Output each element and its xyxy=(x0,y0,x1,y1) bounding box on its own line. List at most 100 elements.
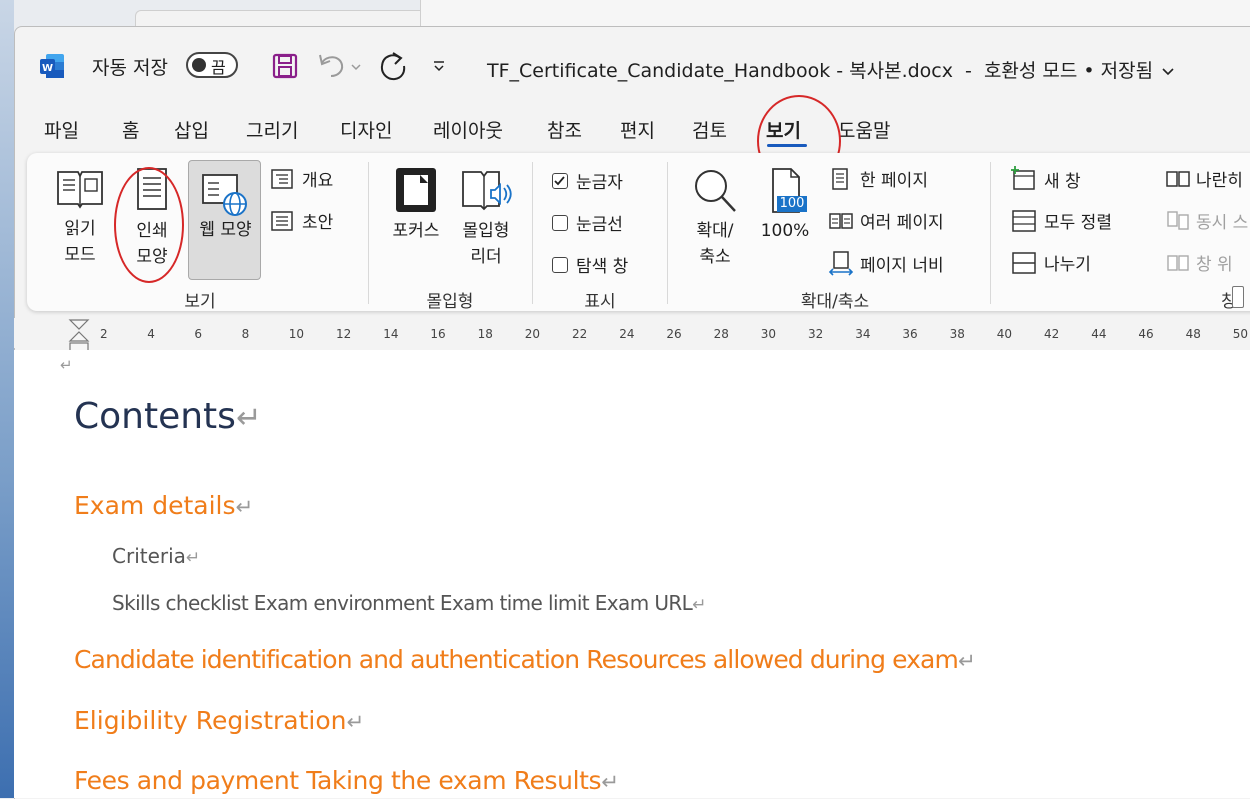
autosave-label: 자동 저장 xyxy=(92,57,168,79)
ruler-tick-label: 44 xyxy=(1091,327,1107,341)
nav-pane-checkbox[interactable]: 탐색 창 xyxy=(552,252,628,277)
tab-design[interactable]: 디자인 xyxy=(340,116,392,143)
toc-entry-text: Criteria xyxy=(112,544,186,568)
ruler-check-box xyxy=(552,172,568,189)
toc-entry[interactable]: Candidate identification and authenticat… xyxy=(74,645,976,674)
document-title[interactable]: TF_Certificate_Candidate_Handbook - 복사본.… xyxy=(487,56,1175,83)
toggle-knob xyxy=(192,58,206,72)
redo-icon[interactable] xyxy=(378,50,408,86)
tab-references[interactable]: 참조 xyxy=(547,116,582,143)
gridlines-checkbox[interactable]: 눈금선 xyxy=(552,210,623,235)
side-by-side-button[interactable]: 나란히 xyxy=(1164,166,1243,191)
save-icon[interactable] xyxy=(271,52,299,84)
gridlines-check-box xyxy=(552,214,568,231)
group-separator xyxy=(532,162,533,304)
toc-entry-text: Exam details xyxy=(74,491,236,520)
arrange-all-label: 모두 정렬 xyxy=(1044,213,1112,233)
ruler-tick-label: 34 xyxy=(855,327,871,341)
ruler-tick-label: 48 xyxy=(1185,327,1201,341)
contents-title[interactable]: Contents↵ xyxy=(74,396,262,437)
web-layout-label: 웹 모양 xyxy=(199,220,252,240)
chevron-down-icon xyxy=(1162,68,1174,76)
page-width-button[interactable]: 페이지 너비 xyxy=(828,250,944,276)
toc-entry[interactable]: Eligibility Registration↵ xyxy=(74,706,364,735)
ruler-tick-label: 2 xyxy=(100,327,108,341)
magnifier-icon xyxy=(695,170,736,212)
ruler-tick-label: 32 xyxy=(808,327,824,341)
one-page-button[interactable]: 한 페이지 xyxy=(828,166,928,191)
paragraph-mark: ↵ xyxy=(692,595,706,615)
arrange-all-icon xyxy=(1012,209,1036,232)
gridlines-label: 눈금선 xyxy=(576,215,623,235)
paragraph-mark: ↵ xyxy=(185,548,201,568)
sync-scroll-button[interactable]: 동시 스 xyxy=(1164,208,1248,233)
tab-help[interactable]: 도움말 xyxy=(838,116,890,143)
toc-entry[interactable]: Exam details↵ xyxy=(74,491,253,520)
contents-title-text: Contents xyxy=(74,396,236,437)
ruler-tick-label: 46 xyxy=(1138,327,1154,341)
draft-label: 초안 xyxy=(302,213,334,233)
outline-button[interactable]: 개요 xyxy=(270,166,333,191)
zoom-100-label: 100% xyxy=(760,221,810,241)
undo-icon[interactable] xyxy=(316,51,348,85)
ruler-tick-label: 28 xyxy=(713,327,729,341)
split-icon xyxy=(1012,251,1036,274)
focus-label: 포커스 xyxy=(392,221,440,241)
mode-status: 호환성 모드 • 저장됨 xyxy=(983,60,1154,82)
tab-layout[interactable]: 레이아웃 xyxy=(433,116,503,143)
new-window-button[interactable]: 새 창 xyxy=(1010,166,1081,192)
ruler-checkbox[interactable]: 눈금자 xyxy=(552,168,623,193)
multiple-pages-label: 여러 페이지 xyxy=(860,213,944,233)
new-window-icon xyxy=(1011,166,1035,190)
tab-draw[interactable]: 그리기 xyxy=(246,116,298,143)
ribbon-scroll-button[interactable] xyxy=(1232,286,1244,308)
draft-button[interactable]: 초안 xyxy=(270,208,333,233)
arrange-all-button[interactable]: 모두 정렬 xyxy=(1010,208,1112,233)
ruler-tick-label: 38 xyxy=(949,327,965,341)
ruler-tick-label: 10 xyxy=(288,327,305,341)
page-width-label: 페이지 너비 xyxy=(860,255,944,276)
ruler-tick-label: 40 xyxy=(996,327,1013,341)
paragraph-mark: ↵ xyxy=(60,356,73,374)
web-layout-button[interactable]: 웹 모양 xyxy=(188,160,261,280)
paragraph-mark: ↵ xyxy=(346,710,365,735)
reset-position-label: 창 위 xyxy=(1196,255,1233,275)
undo-dropdown-icon[interactable] xyxy=(350,58,362,77)
split-button[interactable]: 나누기 xyxy=(1010,250,1091,275)
ruler-tick-label: 36 xyxy=(902,327,918,341)
customize-qat-icon[interactable] xyxy=(432,58,446,77)
toc-entry[interactable]: Criteria↵ xyxy=(112,544,200,568)
outline-icon xyxy=(271,168,293,189)
focus-button[interactable]: 포커스 xyxy=(384,166,448,244)
outline-label: 개요 xyxy=(302,171,334,191)
zoom-label-2: 축소 xyxy=(699,247,731,267)
tab-insert[interactable]: 삽입 xyxy=(174,116,209,143)
tab-file[interactable]: 파일 xyxy=(44,116,79,143)
book-open-icon xyxy=(57,171,103,209)
draft-icon xyxy=(271,210,293,231)
immersive-reader-button[interactable]: 몰입형 리더 xyxy=(454,166,518,270)
reading-mode-label-2: 모드 xyxy=(64,245,96,265)
reading-mode-button[interactable]: 읽기 모드 xyxy=(50,166,110,268)
ruler-tick-label: 12 xyxy=(336,327,352,341)
toc-entry[interactable]: Skills checklist Exam environment Exam t… xyxy=(112,591,706,615)
checkmark-icon xyxy=(554,175,565,185)
nav-pane-label: 탐색 창 xyxy=(576,257,629,277)
paragraph-mark: ↵ xyxy=(601,770,619,795)
immersive-reader-label-1: 몰입형 xyxy=(462,221,510,241)
zoom-button[interactable]: 확대/ 축소 xyxy=(684,166,746,270)
autosave-toggle[interactable]: 끔 xyxy=(186,52,238,78)
toc-entry[interactable]: Fees and payment Taking the exam Results… xyxy=(74,766,619,795)
tab-mailings[interactable]: 편지 xyxy=(620,116,655,143)
zoom-100-badge: 100 xyxy=(777,196,807,212)
ruler-tick-label: 4 xyxy=(147,327,155,341)
sync-scroll-icon xyxy=(1167,210,1189,230)
zoom-100-button[interactable]: 100 100% xyxy=(754,166,816,244)
side-by-side-label: 나란히 xyxy=(1196,171,1243,191)
tab-home[interactable]: 홈 xyxy=(122,116,139,143)
reset-position-button[interactable]: 창 위 xyxy=(1164,250,1233,275)
ruler-tick-label: 42 xyxy=(1044,327,1060,341)
toc-entry-text: Skills checklist Exam environment Exam t… xyxy=(112,591,693,615)
multiple-pages-button[interactable]: 여러 페이지 xyxy=(828,208,944,233)
tab-review[interactable]: 검토 xyxy=(692,116,727,143)
